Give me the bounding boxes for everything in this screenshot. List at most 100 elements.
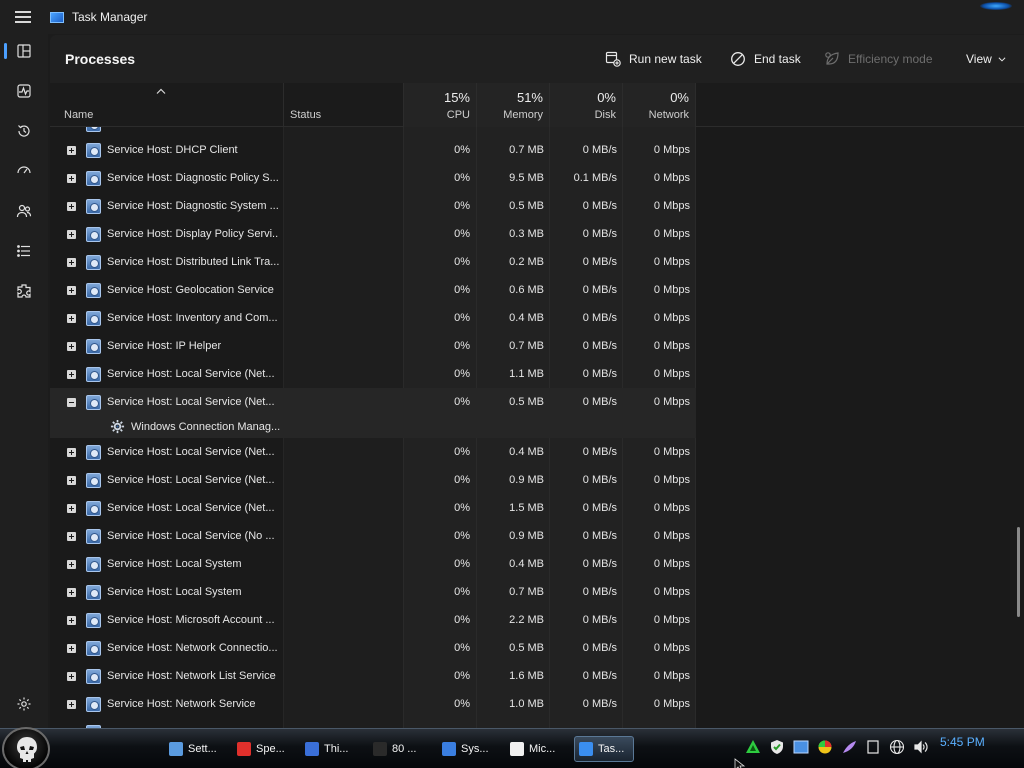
mouse-cursor-icon [734, 758, 746, 768]
network-value: 0 Mbps [653, 200, 690, 212]
column-memory[interactable]: 51% Memory [476, 83, 549, 127]
column-disk[interactable]: 0% Disk [549, 83, 622, 127]
network-value: 0 Mbps [653, 256, 690, 268]
column-status[interactable]: Status [283, 83, 403, 127]
collapse-icon[interactable] [67, 398, 76, 407]
taskbar-button[interactable]: Sett... [165, 736, 227, 762]
expand-icon[interactable] [67, 504, 76, 513]
expand-icon[interactable] [67, 230, 76, 239]
scrollbar-thumb[interactable] [1017, 527, 1020, 617]
table-row[interactable]: Service Host: Local Service (Net... 0% 1.1… [50, 360, 696, 388]
taskbar-button[interactable]: Mic... [506, 736, 568, 762]
volume-icon[interactable] [913, 739, 929, 755]
expand-icon[interactable] [67, 174, 76, 183]
table-row[interactable]: Service Host: DHCP Client 0% 0.7 MB 0 MB/s 0… [50, 136, 696, 164]
disk-value: 0 MB/s [582, 558, 617, 570]
nav-app-history[interactable] [4, 114, 44, 148]
column-cpu[interactable]: 15% CPU [403, 83, 476, 127]
table-row[interactable]: Service Host: Display Policy Servi... 0% 0… [50, 220, 696, 248]
table-row[interactable]: Service Host: Microsoft Account ... 0% 2.2… [50, 606, 696, 634]
taskbar-button[interactable]: Sys... [438, 736, 500, 762]
service-host-icon [86, 501, 101, 516]
service-host-icon [86, 445, 101, 460]
table-row[interactable]: Service Host: Local System 0% 0.4 MB 0 MB/s… [50, 550, 696, 578]
expand-icon[interactable] [67, 588, 76, 597]
table-row[interactable]: Service Host: IP Helper 0% 0.7 MB 0 MB/s 0 M… [50, 332, 696, 360]
expand-icon[interactable] [67, 644, 76, 653]
table-row[interactable]: Service Host: Geolocation Service 0% 0.6 M… [50, 276, 696, 304]
efficiency-mode-button[interactable]: Efficiency mode [824, 49, 933, 69]
taskbar-button[interactable]: Thi... [301, 736, 363, 762]
end-task-button[interactable]: End task [730, 49, 801, 69]
expand-icon[interactable] [67, 258, 76, 267]
disk-value: 0 MB/s [582, 340, 617, 352]
hamburger-menu-icon[interactable] [0, 0, 46, 34]
expand-icon[interactable] [67, 146, 76, 155]
table-row[interactable]: Service Host: Network Service 0% 1.0 MB 0 M… [50, 690, 696, 718]
column-memory-label: Memory [503, 109, 543, 121]
expand-icon[interactable] [67, 560, 76, 569]
table-row[interactable]: Service Host: Local Service (No ... 0% 0.9… [50, 522, 696, 550]
expand-icon[interactable] [67, 532, 76, 541]
taskbar-button[interactable]: Tas... [574, 736, 634, 762]
nav-startup-apps[interactable] [4, 154, 44, 188]
table-row[interactable]: Service Host: Network List Service 0% 1.6 … [50, 662, 696, 690]
table-row[interactable]: Service Host: Inventory and Com... 0% 0.4 … [50, 304, 696, 332]
expand-icon[interactable] [67, 672, 76, 681]
expand-icon[interactable] [67, 370, 76, 379]
microsoft-store-icon [510, 742, 524, 756]
network-value: 0 Mbps [653, 530, 690, 542]
expand-icon[interactable] [67, 476, 76, 485]
nav-details[interactable] [4, 234, 44, 268]
nav-settings[interactable] [4, 687, 44, 721]
cpu-value: 0% [454, 642, 470, 654]
disk-value: 0 MB/s [582, 642, 617, 654]
memory-value: 1.0 MB [509, 698, 544, 710]
end-task-label: End task [754, 52, 801, 66]
disk-value: 0 MB/s [582, 530, 617, 542]
table-row[interactable]: Service Host: Distributed Link Tra... 0% 0… [50, 248, 696, 276]
security-shield-icon[interactable] [769, 739, 785, 755]
service-host-icon [86, 529, 101, 544]
table-row[interactable]: Service Host: Local Service (Net... 0% 0.9… [50, 466, 696, 494]
disk-value: 0 MB/s [582, 586, 617, 598]
nav-performance[interactable] [4, 74, 44, 108]
notepad-icon[interactable] [865, 739, 881, 755]
nav-services[interactable] [4, 274, 44, 308]
colorful-app-icon[interactable] [817, 739, 833, 755]
expand-icon[interactable] [67, 448, 76, 457]
expand-icon[interactable] [67, 616, 76, 625]
view-menu-button[interactable]: View [966, 49, 1007, 69]
table-row[interactable]: Service Host: Local Service (Net... 0% 0.5… [50, 388, 696, 416]
table-row[interactable]: Service Host: Diagnostic System ... 0% 0.5… [50, 192, 696, 220]
expand-icon[interactable] [67, 202, 76, 211]
opera-icon [237, 742, 251, 756]
users-icon [16, 204, 32, 218]
taskbar-button[interactable]: Spe... [233, 736, 295, 762]
display-icon[interactable] [793, 739, 809, 755]
cpu-value: 0% [454, 502, 470, 514]
expand-icon[interactable] [67, 286, 76, 295]
taskbar-clock[interactable]: 5:45 PM [940, 735, 985, 749]
globe-icon[interactable] [889, 739, 905, 755]
table-row[interactable]: Service Host: Local Service (Net... 0% 1.5… [50, 494, 696, 522]
table-row[interactable]: Service Host: Local System 0% 0.7 MB 0 MB/s… [50, 578, 696, 606]
start-button[interactable] [2, 727, 50, 768]
run-new-task-button[interactable]: Run new task [605, 49, 702, 69]
column-network[interactable]: 0% Network [622, 83, 696, 127]
taskbar-button[interactable]: 80 ... [369, 736, 431, 762]
expand-icon[interactable] [67, 700, 76, 709]
table-row[interactable]: Service Host: Local Service (Net... 0% 0.4… [50, 438, 696, 466]
nav-users[interactable] [4, 194, 44, 228]
feather-icon[interactable] [841, 739, 857, 755]
memory-value: 1.6 MB [509, 670, 544, 682]
table-subrow[interactable]: Windows Connection Manag... [50, 416, 696, 438]
table-row[interactable]: Service Host: Diagnostic Policy S... 0% 9.… [50, 164, 696, 192]
column-name[interactable]: Name [50, 83, 283, 127]
table-row[interactable]: Service Host: Network Connectio... 0% 0.5 … [50, 634, 696, 662]
network-triangle-icon[interactable] [745, 739, 761, 755]
expand-icon[interactable] [67, 314, 76, 323]
expand-icon[interactable] [67, 342, 76, 351]
process-name: Service Host: Distributed Link Tra... [107, 256, 279, 268]
nav-processes[interactable] [4, 34, 44, 68]
